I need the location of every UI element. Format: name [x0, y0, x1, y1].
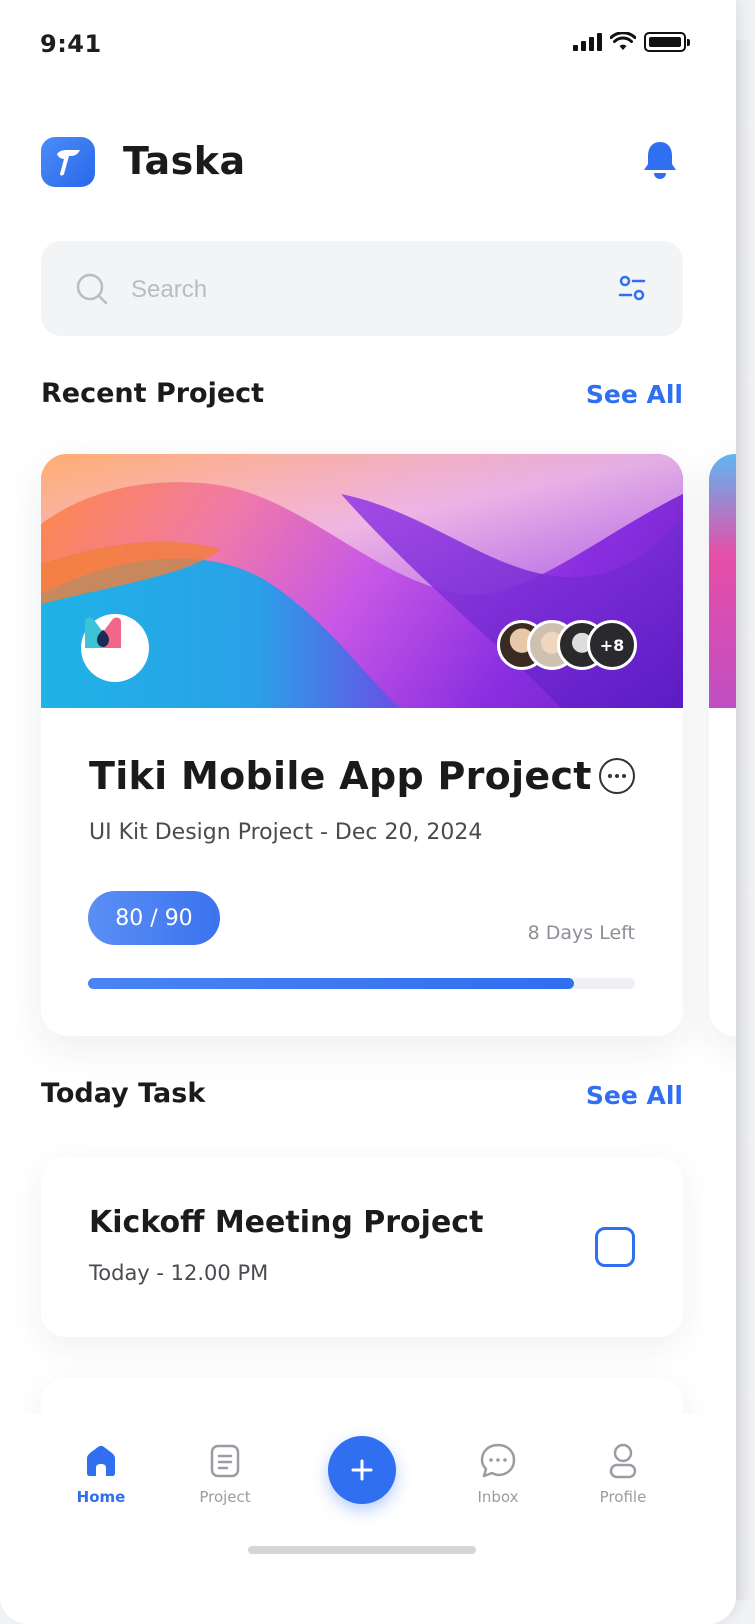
- nav-profile[interactable]: Profile: [573, 1440, 673, 1506]
- nav-home[interactable]: Home: [51, 1440, 151, 1506]
- battery-icon: [644, 32, 690, 52]
- project-cover-image: +8: [41, 454, 683, 708]
- nav-label: Project: [199, 1488, 251, 1506]
- bottom-navigation: Home Project Inbox Profile: [0, 1414, 736, 1624]
- nav-label: Profile: [599, 1488, 647, 1506]
- search-icon: [76, 273, 108, 305]
- search-bar[interactable]: [41, 241, 683, 336]
- project-subtitle: UI Kit Design Project - Dec 20, 2024: [89, 820, 483, 845]
- progress-bar: [88, 978, 635, 989]
- signal-icon: [573, 33, 602, 51]
- notification-bell-icon[interactable]: [642, 139, 678, 181]
- more-members-badge: +8: [587, 620, 637, 670]
- user-icon: [609, 1443, 637, 1479]
- add-project-button[interactable]: [328, 1436, 396, 1504]
- today-task-see-all-link[interactable]: See All: [586, 1081, 683, 1110]
- nav-project[interactable]: Project: [175, 1440, 275, 1506]
- status-time: 9:41: [40, 30, 102, 58]
- more-options-icon[interactable]: [599, 758, 635, 794]
- device-edge-shadow: [736, 40, 755, 1600]
- nav-label: Inbox: [477, 1488, 519, 1506]
- app-header: Taska: [41, 137, 686, 191]
- task-title: Kickoff Meeting Project: [89, 1205, 484, 1240]
- home-icon: [87, 1445, 115, 1476]
- next-project-card-peek[interactable]: [709, 454, 736, 1036]
- home-indicator[interactable]: [248, 1546, 476, 1554]
- status-bar: 9:41: [40, 28, 690, 62]
- project-brand-logo: [81, 614, 149, 682]
- filter-icon[interactable]: [617, 273, 647, 303]
- nav-inbox[interactable]: Inbox: [448, 1440, 548, 1506]
- progress-bar-fill: [88, 978, 575, 989]
- recent-project-see-all-link[interactable]: See All: [586, 380, 683, 409]
- task-card[interactable]: Kickoff Meeting Project Today - 12.00 PM: [41, 1157, 683, 1337]
- today-task-heading: Today Task: [41, 1078, 206, 1109]
- app-title: Taska: [123, 139, 246, 183]
- task-checkbox[interactable]: [595, 1227, 635, 1267]
- progress-count-badge: 80 / 90: [88, 891, 220, 945]
- plus-icon: [351, 1459, 373, 1481]
- app-logo-icon: [41, 137, 95, 187]
- days-left-label: 8 Days Left: [527, 922, 635, 944]
- task-time: Today - 12.00 PM: [89, 1261, 269, 1285]
- project-title: Tiki Mobile App Project: [89, 754, 592, 798]
- wifi-icon: [610, 32, 636, 50]
- nav-label: Home: [76, 1488, 126, 1506]
- team-avatars[interactable]: +8: [497, 620, 647, 676]
- document-icon: [210, 1444, 240, 1478]
- project-card[interactable]: +8 Tiki Mobile App Project UI Kit Design…: [41, 454, 683, 1036]
- search-input[interactable]: [129, 267, 573, 313]
- status-icons: [573, 32, 690, 52]
- phone-screen: 9:41 Taska Search Recent Project See All…: [0, 0, 736, 1624]
- chat-icon: [480, 1443, 516, 1478]
- recent-project-heading: Recent Project: [41, 378, 265, 409]
